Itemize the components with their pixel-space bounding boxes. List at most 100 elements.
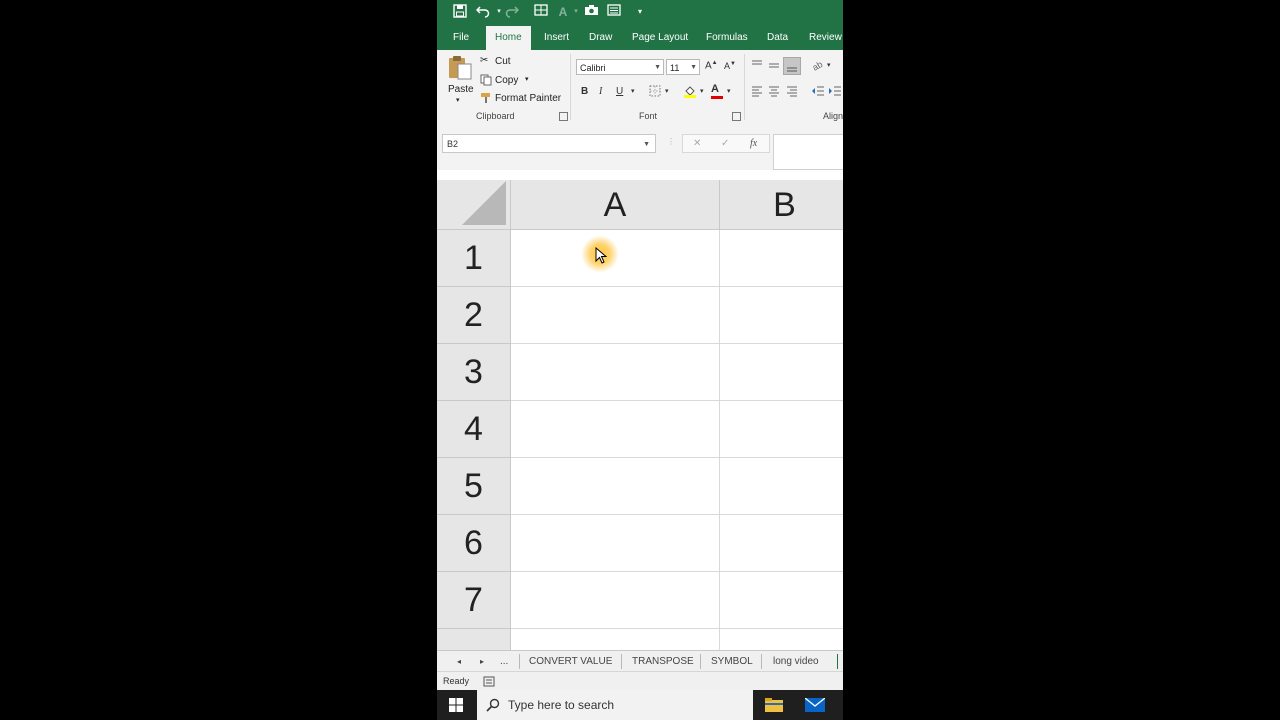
- clipboard-launcher-icon[interactable]: [559, 112, 568, 121]
- tab-page-layout[interactable]: Page Layout: [624, 26, 696, 50]
- fill-color-icon[interactable]: [683, 84, 697, 101]
- cell-b4[interactable]: [720, 401, 843, 458]
- undo-icon[interactable]: [476, 4, 492, 20]
- ribbon-home: Paste ▾ ✂ Cut Copy ▾ Format Painter Clip…: [437, 50, 843, 125]
- row-header-7[interactable]: 7: [437, 572, 511, 629]
- save-icon[interactable]: [453, 4, 469, 20]
- cell-a2[interactable]: [511, 287, 720, 344]
- decrease-font-icon[interactable]: A▼: [724, 61, 736, 71]
- sheet-tab-long-video[interactable]: long video: [773, 651, 819, 672]
- cell-a6[interactable]: [511, 515, 720, 572]
- sheet-tab-convert-value[interactable]: CONVERT VALUE: [529, 651, 612, 672]
- format-painter-icon: [480, 92, 492, 107]
- cell-b8[interactable]: [720, 629, 843, 650]
- grip-icon: ⋮: [667, 137, 675, 146]
- tab-file[interactable]: File: [445, 26, 477, 50]
- customize-toolbar-icon[interactable]: ▾: [632, 4, 648, 20]
- redo-icon[interactable]: [505, 4, 521, 20]
- name-box-value: B2: [447, 139, 459, 149]
- cell-b7[interactable]: [720, 572, 843, 629]
- cut-button[interactable]: Cut: [495, 56, 511, 67]
- cell-b5[interactable]: [720, 458, 843, 515]
- paste-dropdown-icon[interactable]: ▾: [456, 96, 460, 104]
- paste-icon: [449, 56, 472, 80]
- name-box[interactable]: B2 ▼: [442, 134, 656, 153]
- taskbar-search-box[interactable]: Type here to search: [477, 690, 753, 720]
- camera-icon[interactable]: [584, 4, 600, 20]
- underline-button[interactable]: U: [616, 86, 623, 97]
- cell-a8[interactable]: [511, 629, 720, 650]
- tab-draw[interactable]: Draw: [581, 26, 620, 50]
- select-all-button[interactable]: [437, 180, 511, 230]
- tab-formulas[interactable]: Formulas: [698, 26, 756, 50]
- orientation-icon[interactable]: ab: [811, 59, 825, 74]
- table-icon[interactable]: [534, 4, 550, 20]
- sheet-tab-transpose[interactable]: TRANSPOSE: [632, 651, 694, 672]
- row-header-4[interactable]: 4: [437, 401, 511, 458]
- row-header-2[interactable]: 2: [437, 287, 511, 344]
- tab-home[interactable]: Home: [486, 26, 531, 50]
- font-color-dropdown-icon[interactable]: ▾: [727, 87, 731, 95]
- row-header-5[interactable]: 5: [437, 458, 511, 515]
- align-top-icon[interactable]: [751, 59, 763, 74]
- orientation-dropdown-icon[interactable]: ▾: [827, 61, 831, 69]
- form-icon[interactable]: [607, 4, 623, 20]
- cell-b6[interactable]: [720, 515, 843, 572]
- font-color-dropdown-icon[interactable]: ▾: [568, 4, 584, 20]
- tab-insert[interactable]: Insert: [536, 26, 577, 50]
- cell-a4[interactable]: [511, 401, 720, 458]
- chevron-down-icon: ▼: [643, 141, 650, 148]
- paste-button[interactable]: Paste ▾: [445, 54, 475, 106]
- font-launcher-icon[interactable]: [732, 112, 741, 121]
- more-sheets-button[interactable]: ...: [500, 651, 508, 672]
- cell-a7[interactable]: [511, 572, 720, 629]
- copy-dropdown-icon[interactable]: ▾: [525, 75, 529, 83]
- row-header-1[interactable]: 1: [437, 230, 511, 287]
- mail-icon[interactable]: [804, 697, 826, 717]
- cell-b1[interactable]: [720, 230, 843, 287]
- align-right-icon[interactable]: [786, 85, 798, 100]
- prev-sheet-icon[interactable]: ◂: [457, 651, 461, 672]
- row-header-8[interactable]: [437, 629, 511, 650]
- font-name-combo[interactable]: Calibri ▼: [576, 59, 664, 75]
- cell-b2[interactable]: [720, 287, 843, 344]
- tab-review[interactable]: Review: [801, 26, 843, 50]
- row-header-6[interactable]: 6: [437, 515, 511, 572]
- cell-b3[interactable]: [720, 344, 843, 401]
- align-middle-icon[interactable]: [768, 59, 780, 74]
- chevron-down-icon: ▼: [690, 64, 697, 71]
- font-color-icon[interactable]: A: [711, 83, 723, 99]
- decrease-indent-icon[interactable]: [811, 85, 825, 100]
- next-sheet-icon[interactable]: ▸: [480, 651, 484, 672]
- sheet-tabs-bar: ◂ ▸ ... CONVERT VALUE TRANSPOSE SYMBOL l…: [437, 650, 843, 672]
- column-header-b[interactable]: B: [720, 180, 843, 230]
- cancel-icon[interactable]: ✕: [693, 138, 701, 149]
- italic-button[interactable]: I: [599, 86, 602, 97]
- align-left-icon[interactable]: [751, 85, 763, 100]
- formula-input[interactable]: [773, 134, 843, 170]
- align-center-icon[interactable]: [768, 85, 780, 100]
- cell-a3[interactable]: [511, 344, 720, 401]
- bold-button[interactable]: B: [581, 86, 588, 97]
- format-painter-button[interactable]: Format Painter: [495, 93, 561, 104]
- copy-button[interactable]: Copy: [495, 75, 518, 86]
- borders-dropdown-icon[interactable]: ▾: [665, 87, 669, 95]
- windows-start-icon[interactable]: [449, 698, 463, 717]
- align-bottom-icon[interactable]: [783, 57, 801, 75]
- file-explorer-icon[interactable]: [765, 698, 783, 717]
- insert-function-icon[interactable]: fx: [750, 138, 757, 149]
- mouse-cursor-highlight: [581, 235, 619, 273]
- column-header-a[interactable]: A: [511, 180, 720, 230]
- increase-indent-icon[interactable]: [828, 85, 842, 100]
- tab-data[interactable]: Data: [759, 26, 796, 50]
- fill-color-dropdown-icon[interactable]: ▾: [700, 87, 704, 95]
- borders-icon[interactable]: [649, 85, 661, 100]
- underline-dropdown-icon[interactable]: ▾: [631, 87, 635, 95]
- sheet-separator: [837, 654, 838, 669]
- cell-a5[interactable]: [511, 458, 720, 515]
- row-header-3[interactable]: 3: [437, 344, 511, 401]
- enter-icon[interactable]: ✓: [721, 138, 729, 149]
- increase-font-icon[interactable]: A▲: [705, 60, 718, 71]
- font-size-combo[interactable]: 11 ▼: [666, 59, 700, 75]
- sheet-tab-symbol[interactable]: SYMBOL: [711, 651, 753, 672]
